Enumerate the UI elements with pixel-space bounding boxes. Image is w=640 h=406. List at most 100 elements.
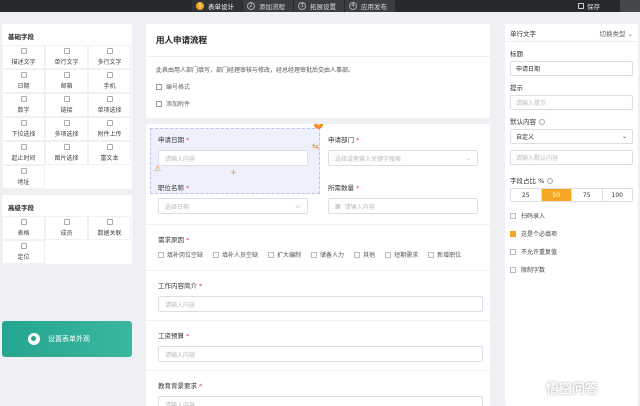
dropdown-icon [21, 120, 27, 126]
reason-option[interactable]: 其他 [354, 250, 375, 259]
field-label: 职位名称 [158, 184, 184, 192]
education-input[interactable]: 请输入内容 [158, 396, 483, 406]
number-format-link[interactable]: 编号格式 [156, 82, 480, 91]
basic-fields-section: 基础字段 描述文字 单行文字 多行文字 日期 邮箱 手机 数字 链接 单项选择 … [2, 24, 132, 189]
palette-item-rich-text[interactable]: 富文本 [88, 141, 131, 165]
mail-icon [64, 72, 70, 78]
field-budget[interactable]: 工资预算* 请输入内容 [158, 330, 483, 362]
required-mark: * [199, 282, 202, 290]
copy-field-icon[interactable]: ⇆ [312, 142, 319, 151]
default-value-input[interactable]: 请输入默认内容 [510, 150, 633, 165]
dept-select[interactable]: 选择或者输入关键字搜索⌄ [328, 150, 478, 166]
input-icon [64, 48, 70, 54]
palette-item-date[interactable]: 日期 [2, 69, 45, 93]
watermark: 悟空问答 [530, 378, 598, 397]
save-icon [578, 3, 584, 9]
field-education[interactable]: 教育背景要求* 请输入内容 [158, 380, 483, 406]
width-option-25[interactable]: 25 [511, 189, 542, 201]
reason-option[interactable]: 填补人员空缺 [213, 250, 258, 259]
position-date-input[interactable]: 选择日期▭ [158, 198, 308, 214]
title-label: 标题 [510, 48, 633, 58]
save-button[interactable]: 保存 [578, 0, 600, 12]
reason-option[interactable]: 扩大编制 [268, 250, 301, 259]
title-input[interactable]: 申请日期 [510, 61, 633, 76]
palette-item-number[interactable]: 数字 [2, 93, 45, 117]
field-position[interactable]: 职位名称* 选择日期▭ [158, 182, 308, 214]
number-icon [21, 96, 27, 102]
user-icon [64, 219, 70, 225]
delete-field-icon[interactable]: × [314, 124, 323, 129]
hint-input[interactable]: 请输入提示 [510, 95, 633, 110]
palette-icon [28, 333, 40, 345]
scan-input-checkbox[interactable]: 扫码录入 [510, 211, 633, 220]
palette-item-single-line[interactable]: 单行文字 [45, 45, 88, 69]
checkbox-icon [64, 120, 70, 126]
budget-input[interactable]: 请输入内容 [158, 346, 483, 362]
step-number: 4 [349, 2, 357, 10]
palette-item-multi-line[interactable]: 多行文字 [88, 45, 131, 69]
advanced-fields-section: 高级字段 表格 成员 数据关联 定位 [2, 195, 132, 264]
required-mark: * [186, 236, 189, 244]
watermark-logo-icon [530, 381, 543, 394]
palette-item-address[interactable]: 地址 [2, 165, 45, 189]
palette-item-data-link[interactable]: 数据关联 [88, 216, 131, 240]
default-type-select[interactable]: 自定义⌄ [510, 129, 633, 144]
no-duplicate-checkbox[interactable]: 不允许重复值 [510, 247, 633, 256]
palette-item-dropdown[interactable]: 下拉选择 [2, 117, 45, 141]
form-fields-card: × ⇆ ⚠ + 申请日期* 请输入内容 申请部门* 选择或者输入关键字搜索⌄ 职… [146, 124, 490, 406]
palette-item-phone[interactable]: 手机 [88, 69, 131, 93]
field-label: 教育背景要求 [158, 382, 197, 390]
required-checkbox[interactable]: 这是个必填项 [510, 229, 633, 238]
job-desc-input[interactable]: 请输入内容 [158, 296, 483, 312]
palette-item-time-range[interactable]: 起止时间 [2, 141, 45, 165]
palette-item-table[interactable]: 表格 [2, 216, 45, 240]
step-extend-settings[interactable]: 3 拓展设置 [294, 0, 344, 12]
step-add-flow[interactable]: 2 添加流程 [243, 0, 293, 12]
palette-item-link[interactable]: 链接 [45, 93, 88, 117]
reason-option[interactable]: 储备人力 [311, 250, 344, 259]
palette-item-description[interactable]: 描述文字 [2, 45, 45, 69]
step-publish[interactable]: 4 应用发布 [345, 0, 395, 12]
apply-date-input[interactable]: 请输入内容 [158, 150, 308, 166]
add-attachment-link[interactable]: 添加附件 [156, 99, 480, 108]
width-option-75[interactable]: 75 [572, 189, 603, 201]
palette-item-email[interactable]: 邮箱 [45, 69, 88, 93]
step-label: 表单设计 [208, 1, 234, 11]
palette-item-image[interactable]: 图片选择 [45, 141, 88, 165]
field-reason[interactable]: 需求原因* 填补岗位空缺 填补人员空缺 扩大编制 储备人力 其他 短期需求 新增… [158, 234, 483, 259]
form-style-button[interactable]: 设置表单外观 [2, 321, 132, 357]
add-field-icon[interactable]: + [230, 168, 237, 177]
palette-item-radio[interactable]: 单项选择 [88, 93, 131, 117]
step-number: 2 [247, 2, 255, 10]
palette-item-geo[interactable]: 定位 [2, 240, 45, 264]
field-dept[interactable]: 申请部门* 选择或者输入关键字搜索⌄ [328, 134, 478, 166]
help-icon[interactable] [539, 119, 545, 125]
reason-option[interactable]: 新增职位 [428, 250, 461, 259]
palette-item-checkbox[interactable]: 多项选择 [45, 117, 88, 141]
field-headcount[interactable]: 所需数量* ▦请输入内容 [328, 182, 478, 214]
divider [146, 224, 490, 225]
form-title[interactable]: 用人申请流程 [156, 34, 480, 46]
width-label: 字段占比 % [510, 175, 633, 185]
reason-option[interactable]: 短期需求 [385, 250, 418, 259]
text-icon [21, 48, 27, 54]
width-option-50[interactable]: 50 [542, 189, 573, 201]
field-apply-date[interactable]: 申请日期* 请输入内容 [158, 134, 308, 166]
step-form-design[interactable]: 1 表单设计 [192, 0, 242, 12]
step-number: 1 [196, 2, 204, 10]
required-mark: * [186, 332, 189, 340]
calendar-icon [21, 72, 27, 78]
help-icon[interactable] [547, 178, 553, 184]
field-label: 工作内容简介 [158, 282, 197, 290]
palette-item-member[interactable]: 成员 [45, 216, 88, 240]
limit-length-checkbox[interactable]: 限制字数 [510, 265, 633, 274]
width-option-100[interactable]: 100 [603, 189, 633, 201]
headcount-input[interactable]: ▦请输入内容 [328, 198, 478, 214]
form-description[interactable]: 此表由用人部门填写，部门经理审核与修改，经总经理审批后交由人事部。 [156, 65, 480, 74]
field-job-desc[interactable]: 工作内容简介* 请输入内容 [158, 280, 483, 312]
reason-option[interactable]: 填补岗位空缺 [158, 250, 203, 259]
palette-item-attachment[interactable]: 附件上传 [88, 117, 131, 141]
switch-type-dropdown[interactable]: 切换类型 ⌄ [599, 28, 633, 38]
basic-fields-title: 基础字段 [2, 24, 132, 45]
top-right-menu[interactable] [620, 0, 640, 12]
